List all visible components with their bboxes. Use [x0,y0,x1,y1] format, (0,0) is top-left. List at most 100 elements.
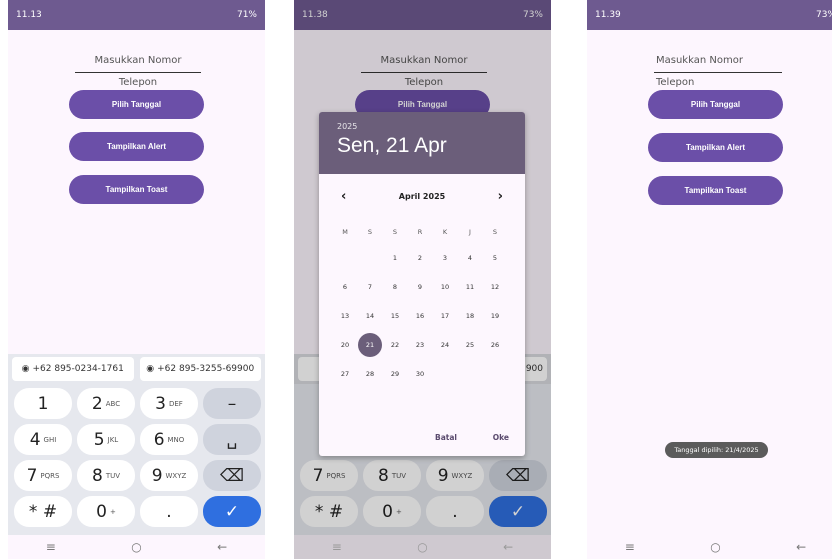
selected-year[interactable]: 2025 [337,122,507,131]
calendar-day[interactable]: 20 [333,333,357,357]
phone-screen-2: 11.38 73% Masukkan Nomor Telepon Pilih T… [294,0,551,559]
calendar-day[interactable]: 17 [433,304,457,328]
phone-number-field[interactable]: Masukkan Nomor Telepon [654,50,782,88]
calendar-day[interactable]: 23 [408,333,432,357]
key-letters: GHI [43,435,57,444]
show-alert-button[interactable]: Tampilkan Alert [648,133,783,162]
calendar-day[interactable]: 12 [483,275,507,299]
calendar-day[interactable]: 1 [383,246,407,270]
weekday-label: R [417,228,423,236]
selected-day[interactable]: 21 [358,333,382,357]
menu-icon[interactable]: ≡ [625,540,635,554]
calendar-day[interactable]: 4 [458,246,482,270]
key-8[interactable]: 8 TUV [77,460,135,491]
key-letters: MNO [167,435,185,444]
ok-button[interactable]: Oke [493,433,509,442]
status-bar: 11.13 71% [8,0,265,30]
cancel-button[interactable]: Batal [435,433,457,442]
key-⌫[interactable]: ⌫ [203,460,261,491]
calendar-day[interactable]: 5 [483,246,507,270]
key-␣[interactable]: ␣ [203,424,261,455]
suggestion-chip[interactable]: ◉ +62 895-0234-1761 [12,357,134,381]
phone-screen-3: 11.39 73% Masukkan Nomor Telepon Pilih T… [587,0,832,559]
weekday-label: S [367,228,373,236]
contact-icon: ◉ [21,364,30,374]
back-icon[interactable]: ← [217,540,227,554]
key-6[interactable]: 6 MNO [140,424,198,455]
pick-date-button[interactable]: Pilih Tanggal [69,90,204,119]
calendar-day[interactable]: 2 [408,246,432,270]
key-–[interactable]: – [203,388,261,419]
key-number: 3 [155,393,166,414]
contact-suggestions: ◉ +62 895-0234-1761 ◉ +62 895-3255-69900 [8,354,265,384]
chevron-right-icon[interactable]: › [498,189,503,204]
suggestion-text: +62 895-0234-1761 [32,364,124,374]
month-selector: ‹ April 2025 › [319,189,525,206]
key-number: ␣ [226,429,238,450]
show-toast-button[interactable]: Tampilkan Toast [69,175,204,204]
show-alert-button[interactable]: Tampilkan Alert [69,132,204,161]
key-number: 1 [37,393,49,414]
home-icon[interactable]: ○ [417,540,427,554]
calendar-day[interactable]: 25 [458,333,482,357]
key-3[interactable]: 3 DEF [140,388,198,419]
calendar-day[interactable]: 13 [333,304,357,328]
key-letters: ABC [105,399,121,408]
chevron-left-icon[interactable]: ‹ [341,189,346,204]
key-1[interactable]: 1 [14,388,72,419]
key-5[interactable]: 5 JKL [77,424,135,455]
calendar-day[interactable]: 18 [458,304,482,328]
key-4[interactable]: 4 GHI [14,424,72,455]
home-icon[interactable]: ○ [710,540,720,554]
month-label: April 2025 [398,192,446,201]
key-number: 4 [29,429,41,450]
numeric-keyboard: 1 2 ABC 3 DEF –4 GHI 5 JKL 6 MNO ␣ 7 PQRS 8 TUV 9 WXYZ ⌫ * … [8,384,265,535]
key-7[interactable]: 7 PQRS [14,460,72,491]
calendar-day[interactable]: 8 [383,275,407,299]
nav-bar: ≡ ○ ← [8,535,265,559]
nav-bar: ≡ ○ ← [587,535,832,559]
calendar-day[interactable]: 22 [383,333,407,357]
calendar-day[interactable]: 14 [358,304,382,328]
calendar-day[interactable]: 9 [408,275,432,299]
calendar-day[interactable]: 30 [408,362,432,386]
calendar-day[interactable]: 28 [358,362,382,386]
calendar-day[interactable]: 27 [333,362,357,386]
menu-icon[interactable]: ≡ [332,540,342,554]
key-number: . [166,501,172,522]
calendar-day[interactable]: 24 [433,333,457,357]
back-icon[interactable]: ← [796,540,806,554]
home-icon[interactable]: ○ [131,540,141,554]
calendar-day[interactable]: 11 [458,275,482,299]
calendar-day[interactable]: 3 [433,246,457,270]
key-2[interactable]: 2 ABC [77,388,135,419]
status-battery: 73% [815,10,832,20]
key-.[interactable]: . [140,496,198,527]
key-number: – [227,393,237,414]
calendar-day[interactable]: 6 [333,275,357,299]
weekday-label: K [442,228,448,236]
phone-number-field[interactable]: Masukkan Nomor Telepon [75,50,201,88]
key-0[interactable]: 0 + [77,496,135,527]
calendar-day[interactable]: 10 [433,275,457,299]
menu-icon[interactable]: ≡ [46,540,56,554]
back-icon[interactable]: ← [503,540,513,554]
status-time: 11.39 [595,10,621,20]
weekday-label: S [392,228,398,236]
key-number: 6 [153,429,165,450]
calendar-day[interactable]: 19 [483,304,507,328]
weekday-label: S [492,228,498,236]
calendar-day[interactable]: 26 [483,333,507,357]
show-toast-button[interactable]: Tampilkan Toast [648,176,783,205]
key-9[interactable]: 9 WXYZ [140,460,198,491]
suggestion-chip[interactable]: ◉ +62 895-3255-69900 [139,357,261,381]
calendar-day[interactable]: 29 [383,362,407,386]
key-letters: JKL [107,435,119,444]
calendar-day[interactable]: 7 [358,275,382,299]
calendar-day[interactable]: 15 [383,304,407,328]
calendar-day[interactable]: 16 [408,304,432,328]
key-✓[interactable]: ✓ [203,496,261,527]
key-* #[interactable]: * # [14,496,72,527]
status-time: 11.13 [16,10,42,20]
pick-date-button[interactable]: Pilih Tanggal [648,90,783,119]
